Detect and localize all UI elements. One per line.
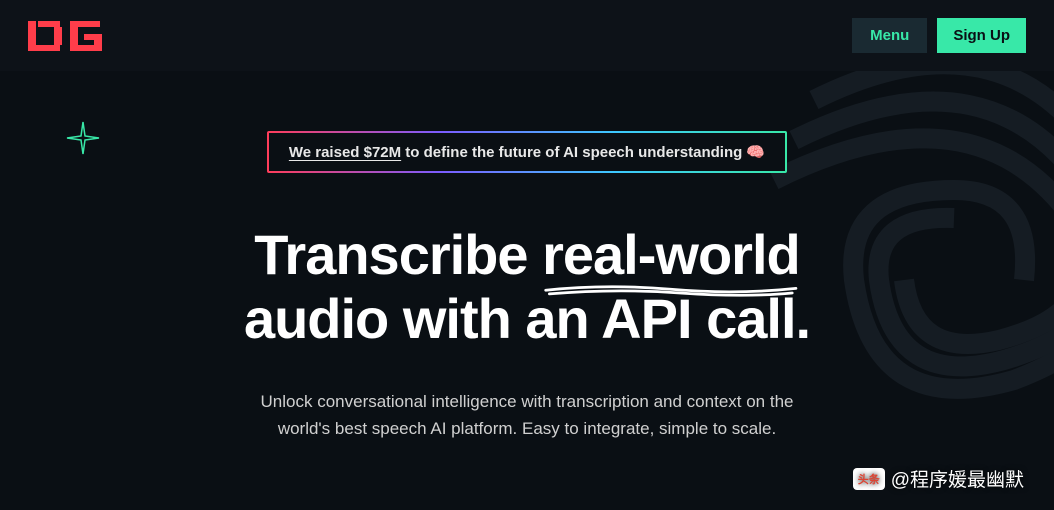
watermark: 头条 @程序媛最幽默 <box>853 465 1024 492</box>
headline-underlined: real-world <box>542 223 800 286</box>
logo-icon <box>28 21 106 51</box>
signup-button[interactable]: Sign Up <box>937 18 1026 53</box>
headline-pre: Transcribe <box>254 223 542 286</box>
nav-buttons: Menu Sign Up <box>852 18 1026 53</box>
watermark-badge: 头条 <box>853 468 885 490</box>
hero-section: We raised $72M to define the future of A… <box>0 71 1054 482</box>
scribble-underline-icon <box>542 281 800 298</box>
menu-button[interactable]: Menu <box>852 18 927 53</box>
watermark-text: @程序媛最幽默 <box>891 465 1024 492</box>
announcement-banner[interactable]: We raised $72M to define the future of A… <box>267 131 787 173</box>
page-headline: Transcribe real-world audio with an API … <box>40 223 1014 352</box>
site-header: Menu Sign Up <box>0 0 1054 71</box>
subhead-line1: Unlock conversational intelligence with … <box>261 392 794 411</box>
banner-rest-text: to define the future of AI speech unders… <box>401 144 765 161</box>
logo[interactable] <box>28 21 106 51</box>
sparkle-icon <box>65 120 101 161</box>
subhead-line2: world's best speech AI platform. Easy to… <box>278 419 776 438</box>
banner-highlight-text: We raised $72M <box>289 144 401 161</box>
headline-underlined-wrap: real-world <box>542 223 800 287</box>
subheadline: Unlock conversational intelligence with … <box>207 388 847 442</box>
